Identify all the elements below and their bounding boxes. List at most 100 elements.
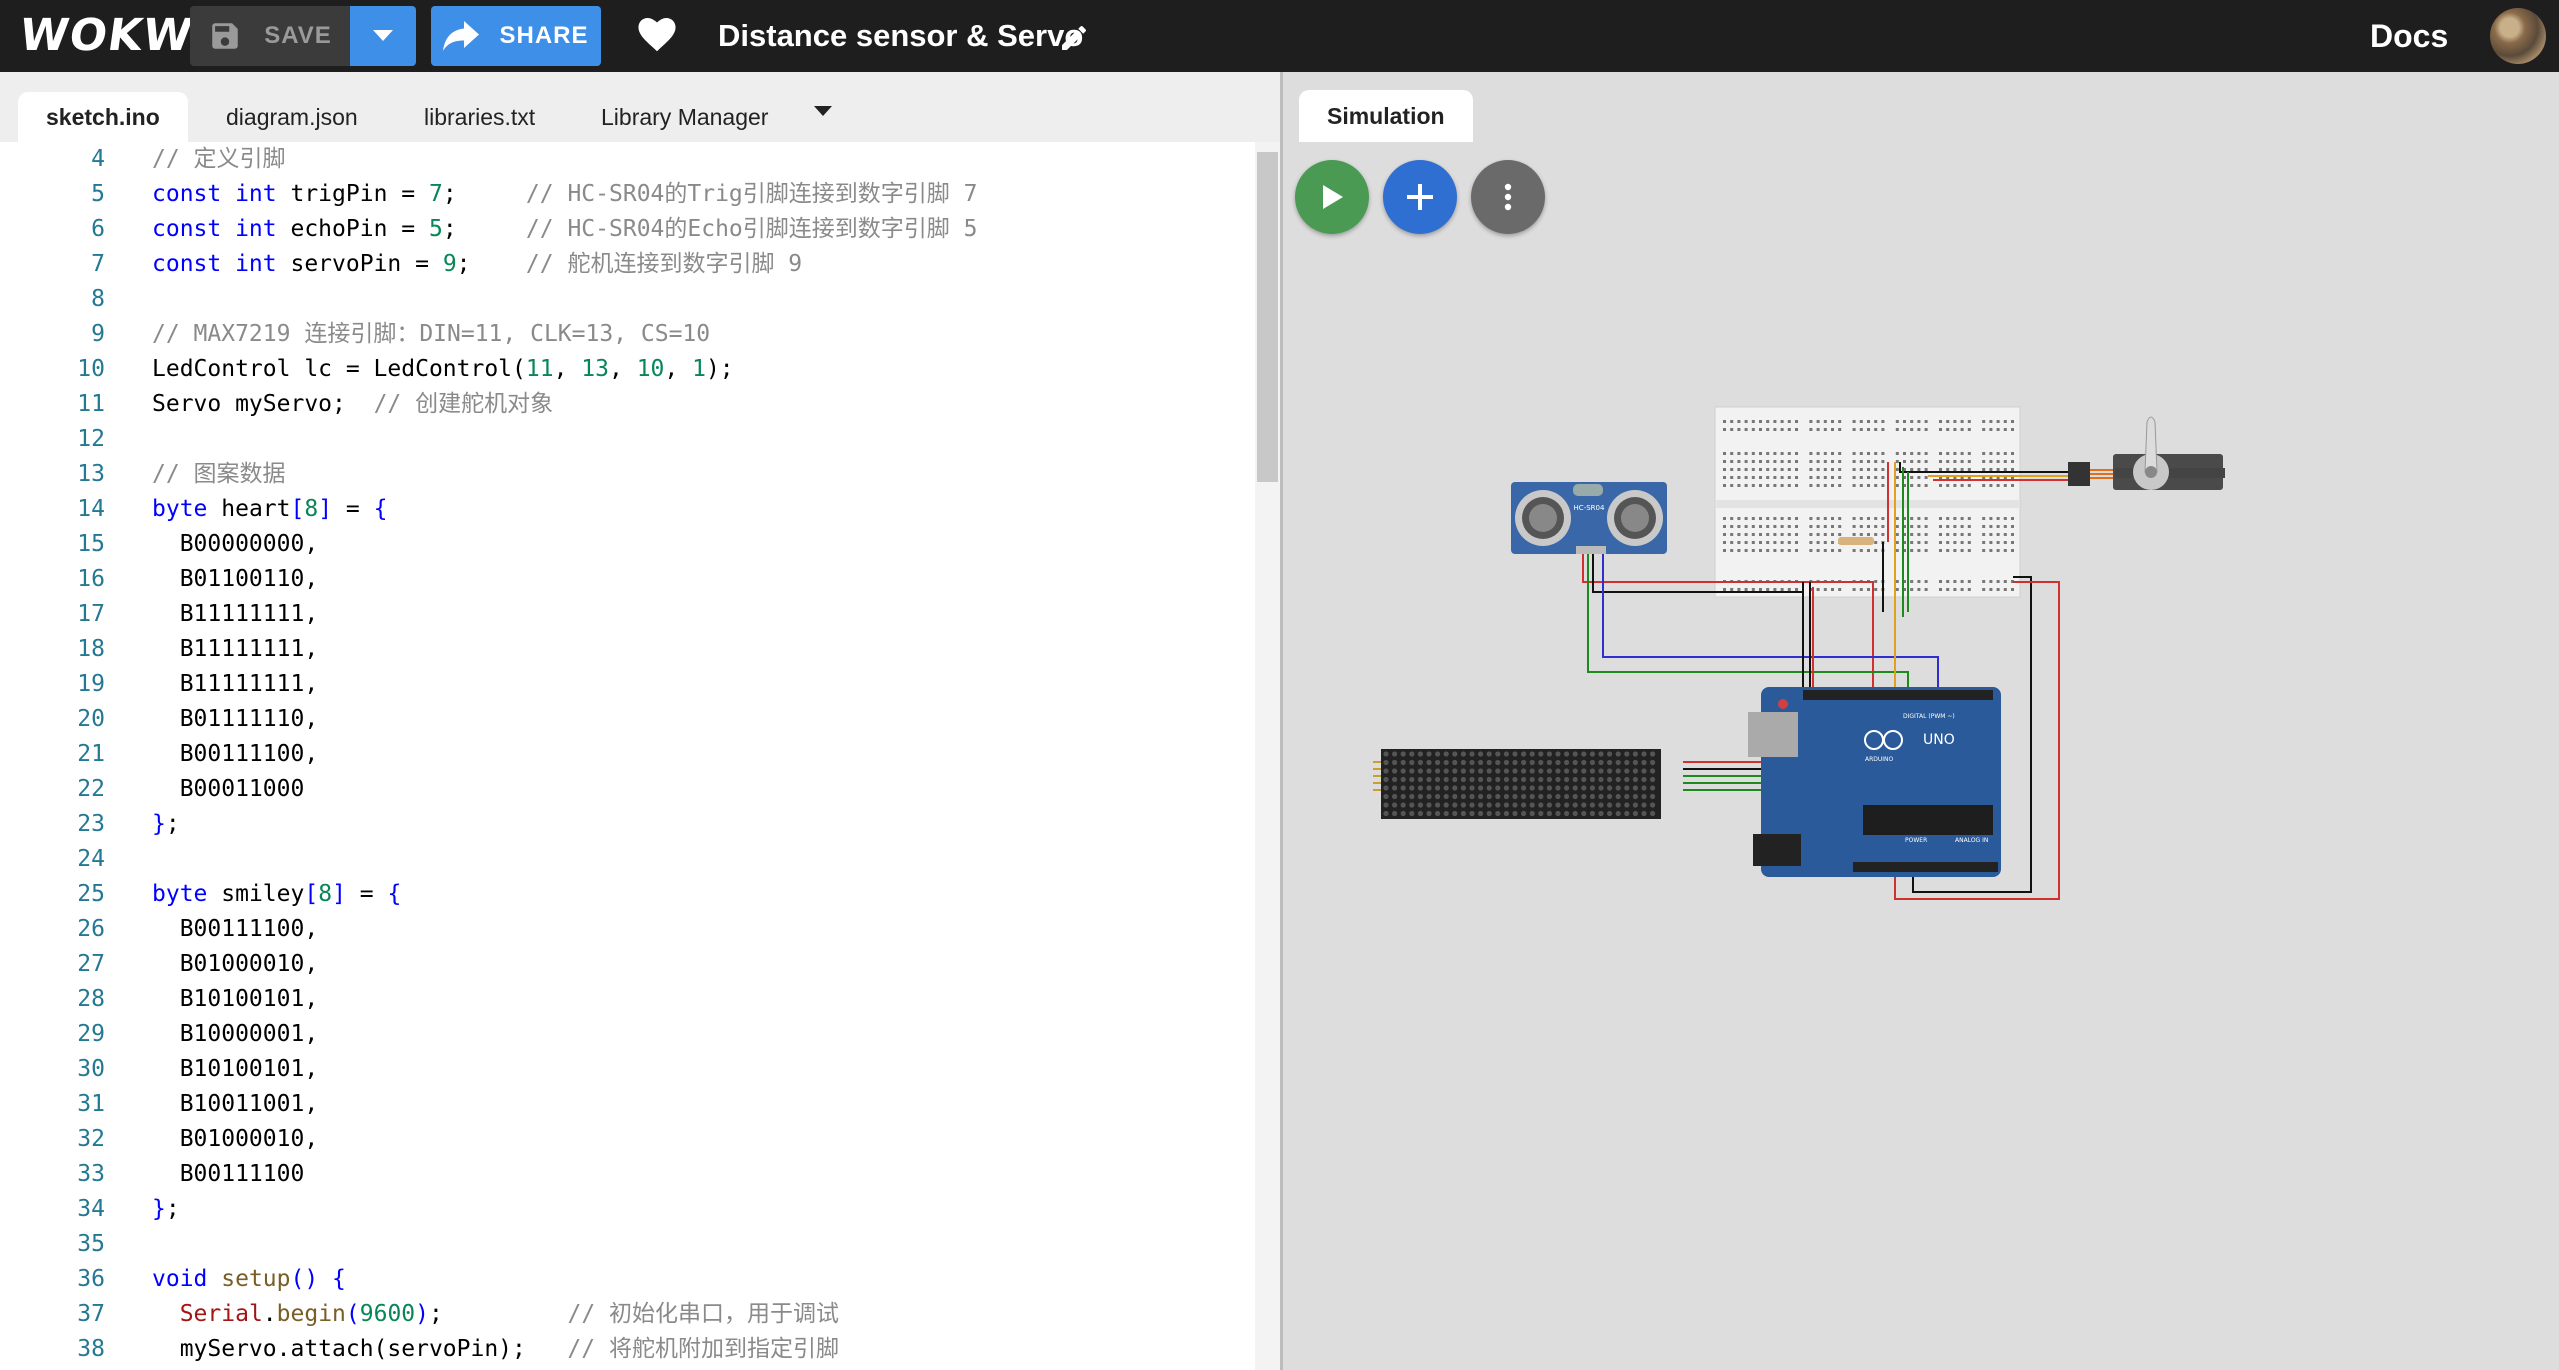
line-number: 10 bbox=[77, 356, 105, 382]
tab-library-manager[interactable]: Library Manager bbox=[573, 92, 796, 142]
start-simulation-button[interactable] bbox=[1295, 160, 1369, 234]
code-line[interactable]: 10 LedControl lc = LedControl(11, 13, 10,… bbox=[0, 352, 1255, 387]
chevron-down-icon[interactable] bbox=[814, 106, 832, 117]
code-text: LedControl lc = LedControl(11, 13, 10, 1… bbox=[152, 356, 734, 382]
share-button[interactable]: SHARE bbox=[431, 6, 601, 66]
line-number: 11 bbox=[77, 391, 105, 417]
code-line[interactable]: 30 B10100101, bbox=[0, 1052, 1255, 1087]
code-text: B11111111, bbox=[152, 601, 319, 627]
code-line[interactable]: 8 bbox=[0, 282, 1255, 317]
code-line[interactable]: 18 B11111111, bbox=[0, 632, 1255, 667]
line-number: 22 bbox=[77, 776, 105, 802]
user-avatar[interactable] bbox=[2490, 8, 2546, 64]
code-line[interactable]: 20 B01111110, bbox=[0, 702, 1255, 737]
line-number: 36 bbox=[77, 1266, 105, 1292]
code-line[interactable]: 37 Serial.begin(9600); // 初始化串口，用于调试 bbox=[0, 1297, 1255, 1332]
save-icon bbox=[212, 23, 238, 49]
code-text: B01111110, bbox=[152, 706, 319, 732]
code-text: byte heart[8] = { bbox=[152, 496, 388, 522]
arduino-brand-label: ARDUINO bbox=[1865, 756, 1894, 763]
line-number: 26 bbox=[77, 916, 105, 942]
line-number: 28 bbox=[77, 986, 105, 1012]
code-text: B00011000 bbox=[152, 776, 305, 802]
resistor[interactable] bbox=[1838, 537, 1874, 545]
arduino-analog-label: ANALOG IN bbox=[1955, 837, 1988, 844]
line-number: 13 bbox=[77, 461, 105, 487]
code-line[interactable]: 15 B00000000, bbox=[0, 527, 1255, 562]
code-line[interactable]: 14 byte heart[8] = { bbox=[0, 492, 1255, 527]
code-line[interactable]: 19 B11111111, bbox=[0, 667, 1255, 702]
breadboard[interactable] bbox=[1714, 406, 2021, 598]
tab-libraries-txt[interactable]: libraries.txt bbox=[396, 92, 563, 142]
code-line[interactable]: 27 B01000010, bbox=[0, 947, 1255, 982]
code-text: B10100101, bbox=[152, 986, 319, 1012]
code-line[interactable]: 11 Servo myServo; // 创建舵机对象 bbox=[0, 387, 1255, 422]
code-line[interactable]: 23}; bbox=[0, 807, 1255, 842]
circuit-diagram[interactable]: HC-SR04 UNO ARDUINO DIGITAL (PWM ~) POWE… bbox=[1283, 72, 2559, 1370]
code-line[interactable]: 25 byte smiley[8] = { bbox=[0, 877, 1255, 912]
project-title[interactable]: Distance sensor & Servo bbox=[718, 12, 1083, 60]
code-line[interactable]: 21 B00111100, bbox=[0, 737, 1255, 772]
code-line[interactable]: 32 B01000010, bbox=[0, 1122, 1255, 1157]
ultrasonic-sensor[interactable]: HC-SR04 bbox=[1511, 482, 1667, 554]
wokwi-logo[interactable]: WOKWI bbox=[16, 10, 213, 62]
code-line[interactable]: 22 B00011000 bbox=[0, 772, 1255, 807]
code-line[interactable]: 38 myServo.attach(servoPin); // 将舵机附加到指定… bbox=[0, 1332, 1255, 1367]
code-text: byte smiley[8] = { bbox=[152, 881, 402, 907]
tab-diagram-json[interactable]: diagram.json bbox=[198, 92, 386, 142]
line-number: 19 bbox=[77, 671, 105, 697]
code-line[interactable]: 7 const int servoPin = 9; // 舵机连接到数字引脚 9 bbox=[0, 247, 1255, 282]
code-text: // 定义引脚 bbox=[152, 146, 286, 172]
line-number: 37 bbox=[77, 1301, 105, 1327]
code-line[interactable]: 29 B10000001, bbox=[0, 1017, 1255, 1052]
code-editor[interactable]: 4 // 定义引脚 5 const int trigPin = 7; // HC-SR… bbox=[0, 142, 1255, 1370]
code-text: // 图案数据 bbox=[152, 461, 286, 487]
arduino-uno[interactable]: UNO ARDUINO DIGITAL (PWM ~) POWER ANALOG… bbox=[1748, 687, 2001, 877]
code-line[interactable]: 17 B11111111, bbox=[0, 597, 1255, 632]
line-number: 29 bbox=[77, 1021, 105, 1047]
code-text: B00111100, bbox=[152, 916, 319, 942]
code-line[interactable]: 16 B01100110, bbox=[0, 562, 1255, 597]
code-line[interactable]: 35 bbox=[0, 1227, 1255, 1262]
code-line[interactable]: 6 const int echoPin = 5; // HC-SR04的Echo引… bbox=[0, 212, 1255, 247]
code-line[interactable]: 4 // 定义引脚 bbox=[0, 142, 1255, 177]
code-text: Servo myServo; // 创建舵机对象 bbox=[152, 391, 554, 417]
line-number: 30 bbox=[77, 1056, 105, 1082]
code-line[interactable]: 9 // MAX7219 连接引脚：DIN=11, CLK=13, CS=10 bbox=[0, 317, 1255, 352]
code-line[interactable]: 26 B00111100, bbox=[0, 912, 1255, 947]
tab-sketch-ino[interactable]: sketch.ino bbox=[18, 92, 188, 142]
chevron-down-icon bbox=[373, 30, 393, 41]
save-options-button[interactable] bbox=[350, 6, 416, 66]
save-button[interactable]: SAVE bbox=[190, 6, 350, 66]
editor-scrollbar-thumb[interactable] bbox=[1257, 152, 1278, 482]
save-label: SAVE bbox=[264, 22, 332, 49]
code-line[interactable]: 36 void setup() { bbox=[0, 1262, 1255, 1297]
line-number: 6 bbox=[91, 216, 105, 242]
docs-link[interactable]: Docs bbox=[2370, 12, 2448, 60]
add-part-button[interactable] bbox=[1383, 160, 1457, 234]
arduino-power-label: POWER bbox=[1905, 837, 1927, 844]
code-line[interactable]: 31 B10011001, bbox=[0, 1087, 1255, 1122]
code-text: B00000000, bbox=[152, 531, 319, 557]
code-line[interactable]: 33 B00111100 bbox=[0, 1157, 1255, 1192]
code-line[interactable]: 34}; bbox=[0, 1192, 1255, 1227]
led-matrix[interactable] bbox=[1381, 749, 1661, 819]
tab-simulation[interactable]: Simulation bbox=[1299, 90, 1473, 142]
code-line[interactable]: 5 const int trigPin = 7; // HC-SR04的Trig引… bbox=[0, 177, 1255, 212]
code-line[interactable]: 28 B10100101, bbox=[0, 982, 1255, 1017]
heart-icon[interactable] bbox=[638, 18, 676, 52]
pencil-icon[interactable] bbox=[1058, 22, 1090, 54]
code-line[interactable]: 12 bbox=[0, 422, 1255, 457]
line-number: 27 bbox=[77, 951, 105, 977]
line-number: 35 bbox=[77, 1231, 105, 1257]
code-text: const int trigPin = 7; // HC-SR04的Trig引脚… bbox=[152, 181, 978, 207]
code-text: // MAX7219 连接引脚：DIN=11, CLK=13, CS=10 bbox=[152, 321, 711, 347]
file-tabs: sketch.ino diagram.json libraries.txt Li… bbox=[0, 72, 1280, 142]
servo-motor[interactable] bbox=[2068, 416, 2225, 490]
code-line[interactable]: 13 // 图案数据 bbox=[0, 457, 1255, 492]
more-options-button[interactable] bbox=[1471, 160, 1545, 234]
code-text: const int servoPin = 9; // 舵机连接到数字引脚 9 bbox=[152, 251, 803, 277]
share-icon bbox=[443, 21, 480, 51]
code-text: }; bbox=[152, 811, 180, 837]
code-line[interactable]: 24 bbox=[0, 842, 1255, 877]
